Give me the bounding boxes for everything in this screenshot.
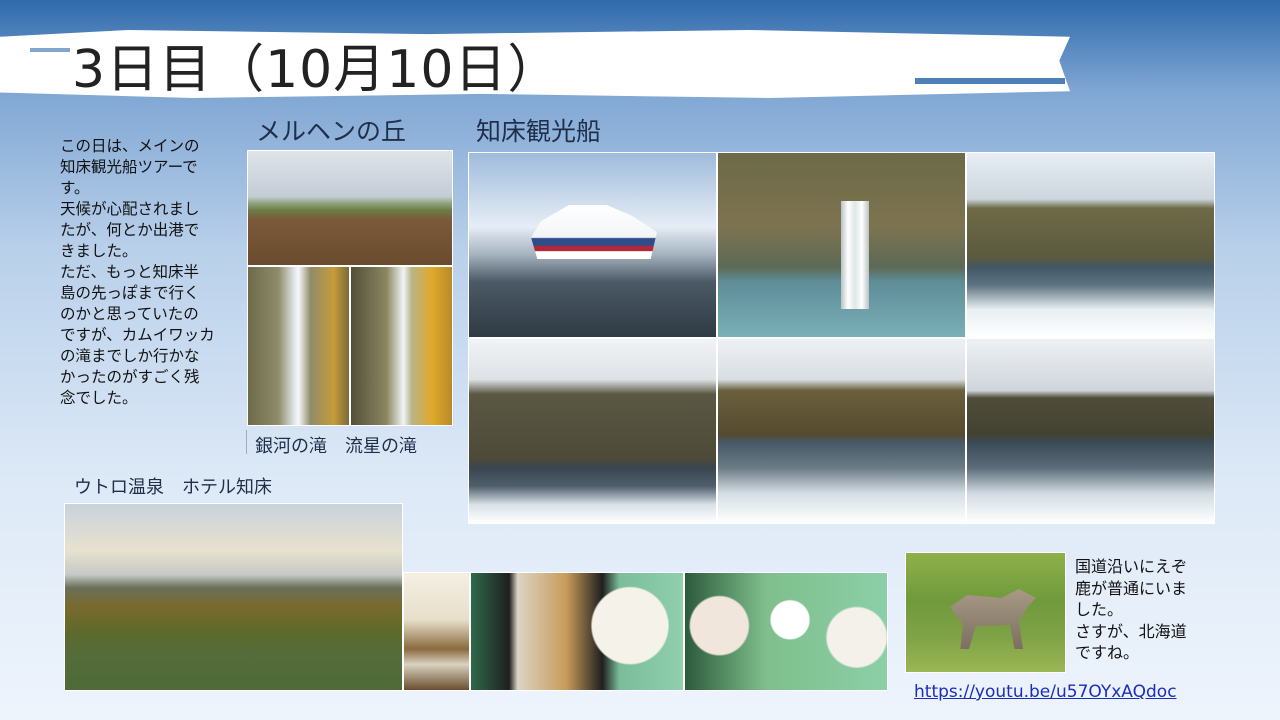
hotel-caption: ウトロ温泉 ホテル知床 [74,477,272,498]
coast-cliff-photo [717,338,966,524]
ship-shape [531,205,657,259]
rock-island-photo [966,152,1215,338]
waterfalls-caption: 銀河の滝 流星の滝 [255,436,417,457]
coast-cliff-photo-2 [966,338,1215,524]
deer-shape [950,589,1036,649]
coast-waterfall-photo [717,152,966,338]
video-link-wrapper: https://youtu.be/u57OYxAQdoc [914,682,1177,702]
buffet-plate-photo [470,572,684,691]
banner-brush-streak [30,48,70,52]
banner-brush-streak [915,78,1065,84]
ryusei-waterfall-photo [350,266,453,426]
caption-divider [246,430,247,454]
buffet-dishes-photo [684,572,888,691]
waterfall-streak [841,201,869,309]
hill-field-photo [247,150,453,266]
ginga-waterfall-photo [247,266,350,426]
cruise-ship-photo [468,152,717,338]
intro-text: この日は、メインの 知床観光船ツアーで す。 天候が心配されまし たが、何とか出… [60,137,215,407]
hotel-view-photo [64,503,403,691]
page-title: 3日目（10月10日） [72,40,561,100]
sea-cave-cliff-photo [468,338,717,524]
hotel-room-photo [403,572,470,691]
video-link[interactable]: https://youtu.be/u57OYxAQdoc [914,682,1177,702]
deer-photo [905,552,1066,673]
deer-text: 国道沿いにえぞ 鹿が普通にいま した。 さすが、北海道 ですね。 [1075,557,1188,662]
cruise-caption: 知床観光船 [476,117,602,146]
hill-caption: メルヘンの丘 [256,117,407,146]
